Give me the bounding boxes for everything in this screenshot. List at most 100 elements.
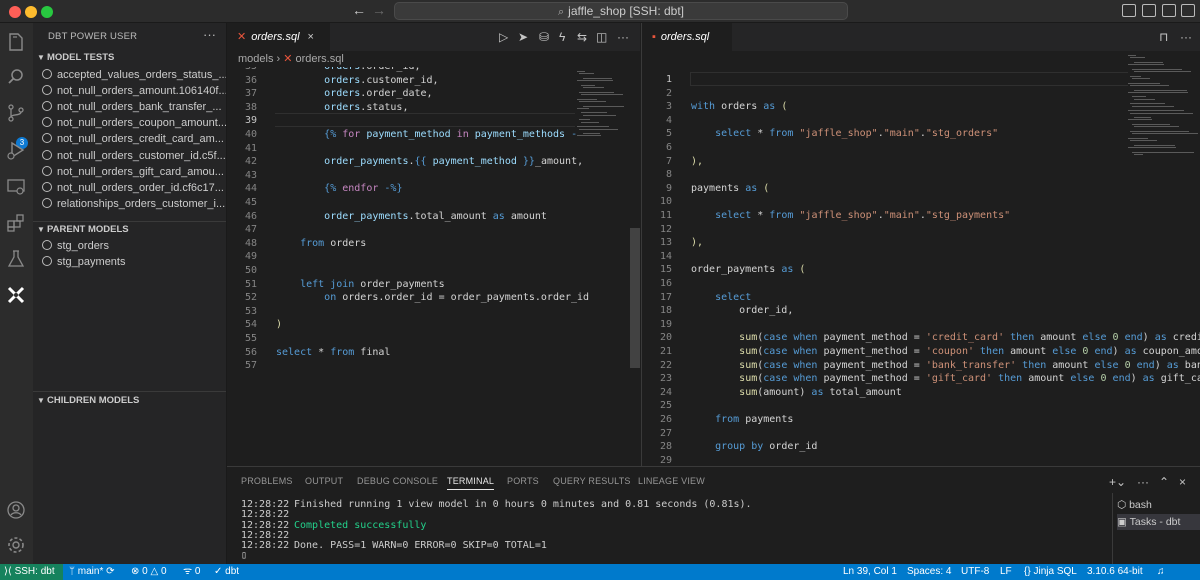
panel-tab-problems[interactable]: PROBLEMS [241,476,293,486]
line-number: 29 [659,454,672,466]
lightning-icon[interactable]: ϟ [559,30,565,44]
panel-tab-lineage-view[interactable]: LINEAGE VIEW [638,476,705,486]
compare-icon[interactable]: ⇆ [577,30,587,44]
minimap-line [583,133,600,135]
problems-status[interactable]: ⊗ 0 △ 0 [131,564,167,580]
test-item[interactable]: not_null_orders_credit_card_am... [33,131,226,147]
maximize-window-button[interactable] [41,6,53,18]
code-editor-preview[interactable]: 1 2 3 with orders as (4 5 select * from "jaf… [642,51,1200,466]
breadcrumb-file[interactable]: orders.sql [295,53,343,65]
test-item[interactable]: not_null_orders_gift_card_amou... [33,164,226,180]
panel-tab-query-results[interactable]: QUERY RESULTS [553,476,631,486]
close-panel-icon[interactable]: × [1179,475,1186,489]
indentation-status[interactable]: Spaces: 4 [907,564,951,580]
tab-orders-sql[interactable]: ▪ orders.sql [642,23,732,51]
lock-icon[interactable]: ⊓ [1159,30,1168,44]
encoding-status[interactable]: UTF-8 [961,564,989,580]
chevron-up-icon[interactable]: ⌃ [1159,475,1169,489]
customize-layout-icon[interactable] [1181,4,1195,17]
panel-tab-ports[interactable]: PORTS [507,476,539,486]
extensions-icon[interactable] [5,212,27,234]
accounts-icon[interactable] [5,499,27,521]
model-tests-header[interactable]: ▼ MODEL TESTS [33,49,226,67]
code-line: orders.order_date, [324,88,433,100]
parent-models-header[interactable]: ▼ PARENT MODELS [33,221,226,239]
minimap-line [1128,55,1136,56]
parent-model-item[interactable]: stg_orders [33,238,226,254]
minimize-window-button[interactable] [25,6,37,18]
minimap-line [581,84,595,86]
line-number: 43 [244,169,257,181]
terminal-timestamp: 12:28:22 [241,540,290,552]
more-actions-icon[interactable]: ··· [1137,475,1149,489]
back-arrow-icon[interactable]: ← [352,2,366,18]
line-number: 21 [659,346,672,357]
parent-model-item[interactable]: stg_payments [33,254,226,270]
test-item[interactable]: relationships_orders_customer_i... [33,196,226,212]
source-control-icon[interactable] [5,102,27,124]
line-number: 48 [244,237,257,249]
eol-status[interactable]: LF [1000,564,1012,580]
search-icon[interactable] [5,66,27,88]
close-window-button[interactable] [9,6,21,18]
dbt-status[interactable]: ✓ dbt [214,564,239,580]
toggle-secondary-sidebar-icon[interactable] [1162,4,1176,17]
more-actions-icon[interactable]: ··· [203,27,216,42]
test-item[interactable]: accepted_values_orders_status_... [33,67,226,83]
explorer-icon[interactable] [5,31,27,53]
panel-tab-terminal[interactable]: TERMINAL [447,476,495,490]
minimap-line [1134,126,1179,128]
minimap-line [581,112,607,114]
test-item[interactable]: not_null_orders_customer_id.c5f... [33,148,226,164]
test-item[interactable]: not_null_orders_coupon_amount... [33,115,226,131]
editor-scrollbar[interactable] [630,228,640,368]
minimap[interactable] [577,67,627,147]
cursor-position[interactable]: Ln 39, Col 1 [843,564,897,580]
notifications-bell-icon[interactable]: ♫ [1157,564,1165,580]
code-line: sum(case when payment_method = 'credit_c… [739,332,1200,344]
line-number: 12 [659,223,672,235]
line-number: 23 [659,373,672,385]
minimap[interactable] [1128,51,1200,161]
line-number: 39 [244,115,257,127]
terminal-line: Finished running 1 view model in 0 hours… [294,499,752,510]
panel-tab-debug-console[interactable]: DEBUG CONSOLE [357,476,438,486]
run-icon[interactable]: ▷ [499,30,508,44]
children-models-header[interactable]: ▼ CHILDREN MODELS [33,392,226,410]
minimap-line [581,121,599,123]
minimap-line [579,73,594,75]
python-version-status[interactable]: 3.10.6 64-bit [1087,564,1143,580]
close-tab-icon[interactable]: × [308,31,314,43]
test-item-label: relationships_orders_customer_i... [57,197,226,210]
forward-arrow-icon[interactable]: → [372,2,386,18]
toggle-panel-icon[interactable] [1142,4,1156,17]
command-center[interactable]: ⌕ jaffle_shop [SSH: dbt] [394,2,848,20]
more-actions-icon[interactable]: ··· [1180,30,1192,44]
database-icon[interactable]: ⛁ [539,30,549,44]
minimap-line [581,94,623,95]
remote-indicator[interactable]: ⟩⟨ SSH: dbt [0,564,63,580]
branch-status[interactable]: ᛘ main* ⟳ [69,564,115,580]
test-item[interactable]: not_null_orders_bank_transfer_... [33,99,226,115]
more-actions-icon[interactable]: ··· [617,30,629,44]
toggle-sidebar-icon[interactable] [1122,4,1136,17]
split-editor-icon[interactable]: ◫ [596,30,607,44]
test-item-label: not_null_orders_order_id.cf6c17... [57,181,224,194]
tab-orders-sql[interactable]: ✕ orders.sql × [227,23,330,51]
terminal-entry[interactable]: ⬡ bash [1117,497,1200,513]
settings-gear-icon[interactable] [5,534,27,556]
send-icon[interactable]: ➤ [518,30,528,44]
test-item[interactable]: not_null_orders_order_id.cf6c17... [33,180,226,196]
run-debug-icon[interactable] [5,139,27,161]
remote-explorer-icon[interactable] [5,176,27,198]
new-terminal-icon[interactable]: +⌄ [1109,475,1126,489]
terminal-entry[interactable]: ▣ Tasks - dbt [1117,514,1200,530]
breadcrumb-folder[interactable]: models [238,53,273,65]
panel-tab-output[interactable]: OUTPUT [305,476,343,486]
info-status[interactable]: ᯤ 0 [183,564,200,580]
language-status[interactable]: {} Jinja SQL [1024,564,1077,580]
dbt-power-user-icon[interactable] [5,284,27,306]
test-item[interactable]: not_null_orders_amount.106140f... [33,83,226,99]
testing-flask-icon[interactable] [5,248,27,270]
minimap-line [1132,124,1170,125]
